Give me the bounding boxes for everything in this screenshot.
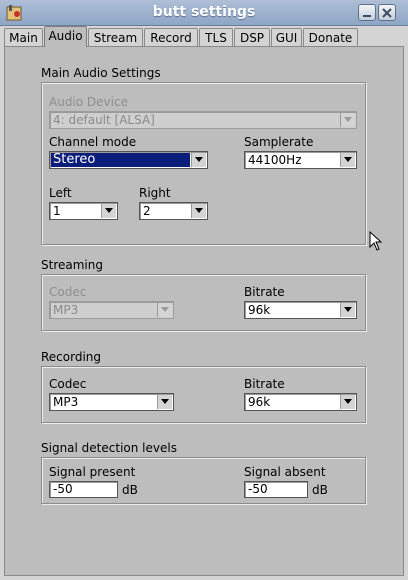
samplerate-label: Samplerate — [244, 135, 314, 149]
recording-codec-select[interactable]: MP3 — [49, 393, 174, 411]
chevron-down-icon — [344, 157, 352, 162]
streaming-codec-label: Codec — [49, 285, 87, 299]
right-channel-value: 2 — [143, 204, 151, 218]
chevron-down-icon — [344, 117, 352, 122]
recording-group-label: Recording — [41, 350, 102, 364]
tab-tls[interactable]: TLS — [199, 28, 233, 47]
signal-present-input[interactable]: -50 — [49, 481, 118, 498]
recording-bitrate-label: Bitrate — [244, 377, 285, 391]
tab-donate[interactable]: Donate — [303, 28, 358, 47]
recording-bitrate-value: 96k — [248, 395, 271, 409]
streaming-codec-select[interactable]: MP3 — [49, 301, 174, 319]
dropdown-arrow — [191, 153, 206, 167]
signal-absent-input[interactable]: -50 — [244, 481, 308, 498]
minimize-button[interactable] — [358, 4, 376, 21]
main-audio-group-label: Main Audio Settings — [41, 66, 161, 80]
signal-absent-unit: dB — [312, 483, 328, 497]
channel-mode-select[interactable]: Stereo — [49, 151, 208, 169]
chevron-down-icon — [344, 399, 352, 404]
audio-device-select[interactable]: 4: default [ALSA] — [49, 111, 357, 129]
tab-record[interactable]: Record — [144, 28, 198, 47]
recording-codec-value: MP3 — [53, 395, 79, 409]
signal-detection-group-label: Signal detection levels — [41, 441, 177, 455]
audio-device-value: 4: default [ALSA] — [53, 113, 155, 127]
audio-device-label: Audio Device — [49, 95, 128, 109]
channel-mode-label: Channel mode — [49, 135, 137, 149]
recording-codec-label: Codec — [49, 377, 87, 391]
tab-dsp[interactable]: DSP — [234, 28, 270, 47]
chevron-down-icon — [105, 208, 113, 213]
close-button[interactable] — [378, 4, 396, 21]
dropdown-arrow — [157, 303, 172, 317]
streaming-bitrate-select[interactable]: 96k — [244, 301, 357, 319]
tab-audio[interactable]: Audio — [44, 26, 87, 47]
streaming-codec-value: MP3 — [53, 303, 79, 317]
tab-gui[interactable]: GUI — [271, 28, 302, 47]
chevron-down-icon — [344, 307, 352, 312]
dropdown-arrow — [340, 153, 355, 167]
title-bar[interactable]: butt settings — [0, 0, 408, 26]
samplerate-select[interactable]: 44100Hz — [244, 151, 357, 169]
left-channel-value: 1 — [53, 204, 61, 218]
tab-stream[interactable]: Stream — [88, 28, 143, 47]
samplerate-value: 44100Hz — [248, 153, 302, 167]
dropdown-arrow — [340, 395, 355, 409]
streaming-bitrate-label: Bitrate — [244, 285, 285, 299]
channel-mode-value: Stereo — [53, 152, 96, 167]
streaming-bitrate-value: 96k — [248, 303, 271, 317]
signal-present-value: -50 — [53, 482, 73, 496]
streaming-group-label: Streaming — [41, 258, 103, 272]
dropdown-arrow — [101, 204, 116, 218]
dropdown-arrow — [340, 303, 355, 317]
signal-present-label: Signal present — [49, 465, 136, 479]
signal-present-unit: dB — [122, 483, 138, 497]
right-channel-select[interactable]: 2 — [139, 202, 208, 220]
chevron-down-icon — [195, 208, 203, 213]
window-title: butt settings — [152, 4, 256, 20]
signal-absent-label: Signal absent — [244, 465, 326, 479]
signal-absent-value: -50 — [248, 482, 268, 496]
mouse-cursor-icon — [369, 231, 383, 251]
dropdown-arrow — [191, 204, 206, 218]
tab-main[interactable]: Main — [4, 28, 43, 47]
right-channel-label: Right — [139, 186, 171, 200]
chevron-down-icon — [161, 307, 169, 312]
minimize-icon — [363, 15, 371, 17]
close-icon — [382, 8, 392, 18]
chevron-down-icon — [161, 399, 169, 404]
left-channel-label: Left — [49, 186, 72, 200]
chevron-down-icon — [195, 157, 203, 162]
dropdown-arrow — [340, 113, 355, 127]
recording-bitrate-select[interactable]: 96k — [244, 393, 357, 411]
left-channel-select[interactable]: 1 — [49, 202, 118, 220]
dropdown-arrow — [157, 395, 172, 409]
